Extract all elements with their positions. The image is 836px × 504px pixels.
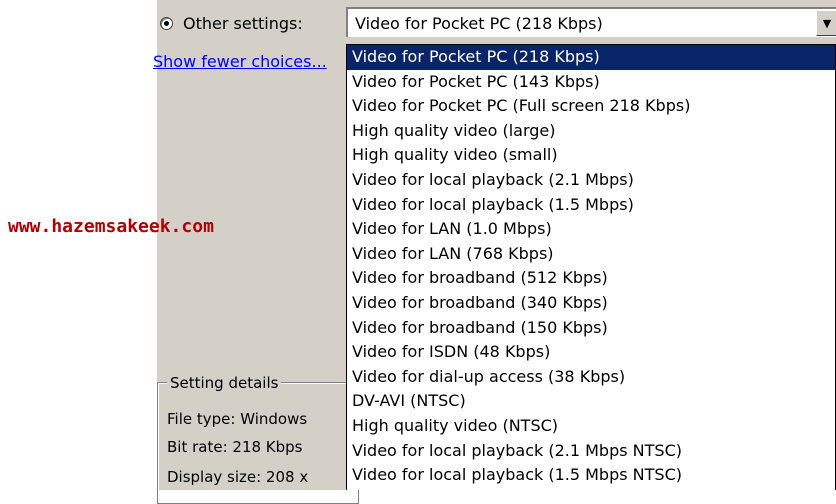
display-size-text: Display size: 208 x (167, 468, 309, 486)
chevron-down-icon: ▼ (822, 16, 832, 30)
settings-combobox[interactable]: Video for Pocket PC (218 Kbps) ▼ (346, 7, 836, 37)
dropdown-arrow-button[interactable]: ▼ (816, 10, 836, 36)
settings-dropdown-list[interactable]: Video for Pocket PC (218 Kbps) Video for … (346, 44, 836, 490)
dropdown-option[interactable]: Video for dial-up access (38 Kbps) (347, 365, 835, 390)
dropdown-option[interactable]: Video for local playback (1.5 Mbps) (347, 193, 835, 218)
file-type-text: File type: Windows (167, 410, 308, 428)
bit-rate-text: Bit rate: 218 Kbps (167, 438, 303, 456)
setting-details-title: Setting details (167, 374, 282, 392)
show-fewer-choices-link[interactable]: Show fewer choices... (153, 52, 327, 71)
dropdown-option[interactable]: Video for Pocket PC (143 Kbps) (347, 70, 835, 95)
radio-selected-icon[interactable] (160, 16, 173, 30)
dropdown-option[interactable]: Video for broadband (512 Kbps) (347, 266, 835, 291)
dropdown-option[interactable]: Video for LAN (768 Kbps) (347, 242, 835, 267)
dropdown-option[interactable]: High quality video (NTSC) (347, 414, 835, 439)
dropdown-option[interactable]: Video for local playback (2.1 Mbps NTSC) (347, 439, 835, 464)
dropdown-option[interactable]: High quality video (small) (347, 143, 835, 168)
watermark-text: www.hazemsakeek.com (8, 216, 214, 237)
dropdown-option[interactable]: High quality video (large) (347, 119, 835, 144)
other-settings-radio[interactable]: Other settings: (160, 12, 303, 34)
dropdown-option[interactable]: Video for broadband (150 Kbps) (347, 316, 835, 341)
combobox-value: Video for Pocket PC (218 Kbps) (355, 13, 603, 33)
dropdown-option[interactable]: Video for LAN (1.0 Mbps) (347, 217, 835, 242)
dropdown-option[interactable]: Video for Pocket PC (Full screen 218 Kbp… (347, 94, 835, 119)
dropdown-option[interactable]: Video for local playback (1.5 Mbps NTSC) (347, 463, 835, 488)
other-settings-label: Other settings: (183, 13, 303, 33)
dropdown-option[interactable]: Video for Pocket PC (218 Kbps) (347, 45, 835, 70)
dropdown-option[interactable]: DV-AVI (NTSC) (347, 389, 835, 414)
dropdown-option[interactable]: Video for broadband (340 Kbps) (347, 291, 835, 316)
dropdown-option[interactable]: Video for ISDN (48 Kbps) (347, 340, 835, 365)
dropdown-option[interactable]: Video for local playback (2.1 Mbps) (347, 168, 835, 193)
